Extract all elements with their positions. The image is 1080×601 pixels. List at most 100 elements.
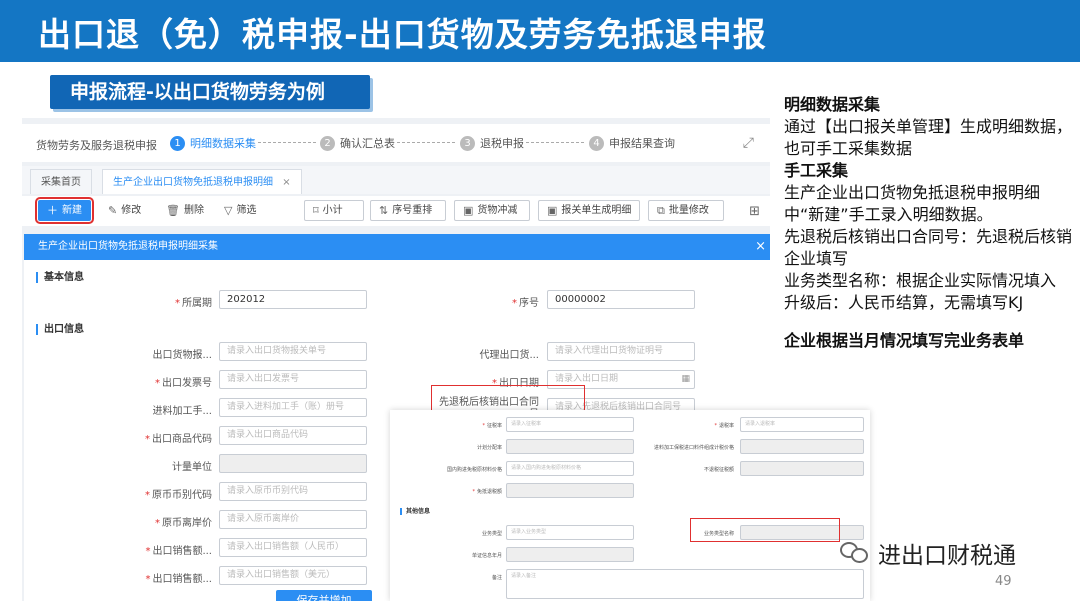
- slide-title: 出口退（免）税申报-出口货物及劳务免抵退申报: [38, 15, 767, 54]
- step-1[interactable]: 1 明细数据采集: [170, 135, 256, 151]
- step-label: 确认汇总表: [340, 137, 395, 150]
- step-number: 3: [460, 135, 475, 151]
- zoomed-form-screenshot: * 征税率 请录入征税率 * 退税率 请录入退税率 计划分配率 进料加工保税进口料件…: [390, 410, 870, 601]
- currency-input[interactable]: 请录入原币币别代码: [219, 482, 367, 501]
- processing-input[interactable]: 请录入进料加工手（账）册号: [219, 398, 367, 417]
- grid-icon[interactable]: ⊞: [749, 204, 760, 219]
- invoice-input[interactable]: 请录入出口发票号: [219, 370, 367, 389]
- unit-label: 计量单位: [172, 462, 212, 473]
- notes-paragraph: 先退税后核销出口合同号：先退税后核销企业填写: [784, 227, 1073, 268]
- save-and-add-button[interactable]: 保存并增加: [276, 590, 372, 601]
- remark-label: 备注: [491, 575, 502, 581]
- calendar-icon[interactable]: ▦: [681, 371, 690, 388]
- dialog-close-icon[interactable]: ×: [755, 234, 766, 260]
- product-code-input[interactable]: 请录入出口商品代码: [219, 426, 367, 445]
- step-number: 1: [170, 135, 185, 151]
- seq-input[interactable]: 00000002: [547, 290, 695, 309]
- filter-icon: ▽: [224, 204, 233, 217]
- sales-usd-input[interactable]: 请录入出口销售额（美元）: [219, 566, 367, 585]
- new-button[interactable]: ＋新建: [35, 197, 94, 224]
- notes-paragraph: 升级后：人民币结算，无需填写KJ: [784, 293, 1024, 312]
- plan-rate-label: 计划分配率: [476, 445, 502, 451]
- image-icon: ▣: [463, 204, 474, 217]
- step-label: 申报结果查询: [609, 137, 675, 150]
- breadcrumb[interactable]: 货物劳务及服务退税申报: [36, 137, 157, 153]
- notes-heading-data-collection: 明细数据采集: [784, 95, 881, 114]
- section-export: 出口信息: [36, 324, 84, 335]
- gen-from-customs-button[interactable]: ▣ 报关单生成明细: [538, 200, 640, 221]
- invoice-label: * 出口发票号: [155, 378, 212, 389]
- step-number: 2: [320, 135, 335, 151]
- tab-bar: 采集首页 生产企业出口货物免抵退税申报明细 ×: [22, 166, 770, 194]
- period-input[interactable]: 202012: [219, 290, 367, 309]
- tab-home[interactable]: 采集首页: [30, 169, 92, 194]
- page-number: 49: [995, 574, 1012, 589]
- step-4[interactable]: 4 申报结果查询: [589, 135, 675, 151]
- wechat-icon: [840, 540, 870, 566]
- step-2[interactable]: 2 确认汇总表: [320, 135, 395, 151]
- filter-button[interactable]: ▽ 筛选: [216, 200, 265, 221]
- highlight-box-biz-type: [690, 518, 840, 542]
- image-icon: ▣: [547, 204, 558, 217]
- step-label: 明细数据采集: [190, 137, 256, 150]
- plan-rate-input: [506, 439, 634, 454]
- tab-detail[interactable]: 生产企业出口货物免抵退税申报明细 ×: [102, 169, 302, 194]
- tab-detail-label: 生产企业出口货物免抵退税申报明细: [113, 177, 273, 188]
- delete-button[interactable]: 🗑 删除: [158, 200, 212, 221]
- tab-close-icon[interactable]: ×: [282, 177, 290, 188]
- edit-icon: ✎: [108, 204, 118, 217]
- step-connector: [526, 142, 584, 143]
- orig-price-label: * 原币离岸价: [155, 518, 212, 529]
- refund-rate-label: * 退税率: [714, 423, 734, 429]
- levy-rate-input[interactable]: 请录入征税率: [506, 417, 634, 432]
- processing-label: 进料加工手...: [152, 406, 212, 417]
- toolbar: ＋新建 ✎ 修改 🗑 删除 ▽ 筛选 ⌑ 小计 ⇅ 序号重排 ▣ 货物冲减 ▣ 报关单生成明细…: [22, 196, 770, 226]
- domestic-price-label: 国内购进免税原材料价格: [446, 467, 502, 473]
- seq-label: * 序号: [512, 298, 539, 309]
- step-connector: [258, 142, 316, 143]
- refund-rate-input[interactable]: 请录入退税率: [740, 417, 864, 432]
- batch-edit-button[interactable]: ⧉ 批量修改: [648, 200, 724, 221]
- sales-rmb-input[interactable]: 请录入出口销售额（人民币）: [219, 538, 367, 557]
- customs-label: 出口货物报...: [152, 350, 212, 361]
- exempt-refund-input: [506, 483, 634, 498]
- dialog-header: 生产企业出口货物免抵退税申报明细采集 ×: [24, 234, 770, 260]
- watermark: 进出口财税通: [840, 536, 1016, 570]
- step-3[interactable]: 3 退税申报: [460, 135, 524, 151]
- sales-usd-label: * 出口销售额...: [145, 574, 212, 585]
- unit-input: [219, 454, 367, 473]
- non-refund-tax-input: [740, 461, 864, 476]
- orig-price-input[interactable]: 请录入原币离岸价: [219, 510, 367, 529]
- goods-reduce-button[interactable]: ▣ 货物冲减: [454, 200, 530, 221]
- bonded-price-input: [740, 439, 864, 454]
- biz-type-input[interactable]: 请录入业务类型: [506, 525, 634, 540]
- notes-panel: 明细数据采集 通过【出口报关单管理】生成明细数据，也可手工采集数据 手工采集 生…: [784, 94, 1074, 352]
- trash-icon: 🗑: [166, 204, 180, 217]
- dialog-title: 生产企业出口货物免抵退税申报明细采集: [38, 241, 218, 252]
- currency-label: * 原币币别代码: [145, 490, 212, 501]
- biz-type-label: 业务类型: [481, 531, 502, 537]
- customs-input[interactable]: 请录入出口货物报关单号: [219, 342, 367, 361]
- bookmark-icon: ⌑: [313, 204, 319, 217]
- sales-rmb-label: * 出口销售额...: [145, 546, 212, 557]
- slide-subtitle: 申报流程-以出口货物劳务为例: [50, 75, 370, 109]
- notes-heading-manual: 手工采集: [784, 161, 849, 180]
- subtotal-button[interactable]: ⌑ 小计: [304, 200, 364, 221]
- agent-label: 代理出口货...: [479, 350, 539, 361]
- fullscreen-icon[interactable]: ⤢: [743, 135, 754, 151]
- notes-paragraph: 生产企业出口货物免抵退税申报明细中“新建”手工录入明细数据。: [784, 183, 1041, 224]
- step-bar: 货物劳务及服务退税申报 1 明细数据采集 2 确认汇总表 3 退税申报 4 申报…: [22, 124, 770, 162]
- step-connector: [397, 142, 455, 143]
- domestic-price-input[interactable]: 请录入国内购进免税原材料价格: [506, 461, 634, 476]
- sort-icon: ⇅: [379, 204, 389, 217]
- resort-button[interactable]: ⇅ 序号重排: [370, 200, 446, 221]
- product-code-label: * 出口商品代码: [145, 434, 212, 445]
- agent-input[interactable]: 请录入代理出口货物证明号: [547, 342, 695, 361]
- doc-month-input: [506, 547, 634, 562]
- remark-input[interactable]: 请录入备注: [506, 569, 864, 599]
- edit-button[interactable]: ✎ 修改: [100, 200, 150, 221]
- non-refund-tax-label: 不退税征税额: [703, 467, 734, 473]
- watermark-text: 进出口财税通: [878, 543, 1016, 569]
- plus-icon: ＋: [47, 204, 58, 217]
- slide-title-bar: 出口退（免）税申报-出口货物及劳务免抵退申报: [0, 0, 1080, 62]
